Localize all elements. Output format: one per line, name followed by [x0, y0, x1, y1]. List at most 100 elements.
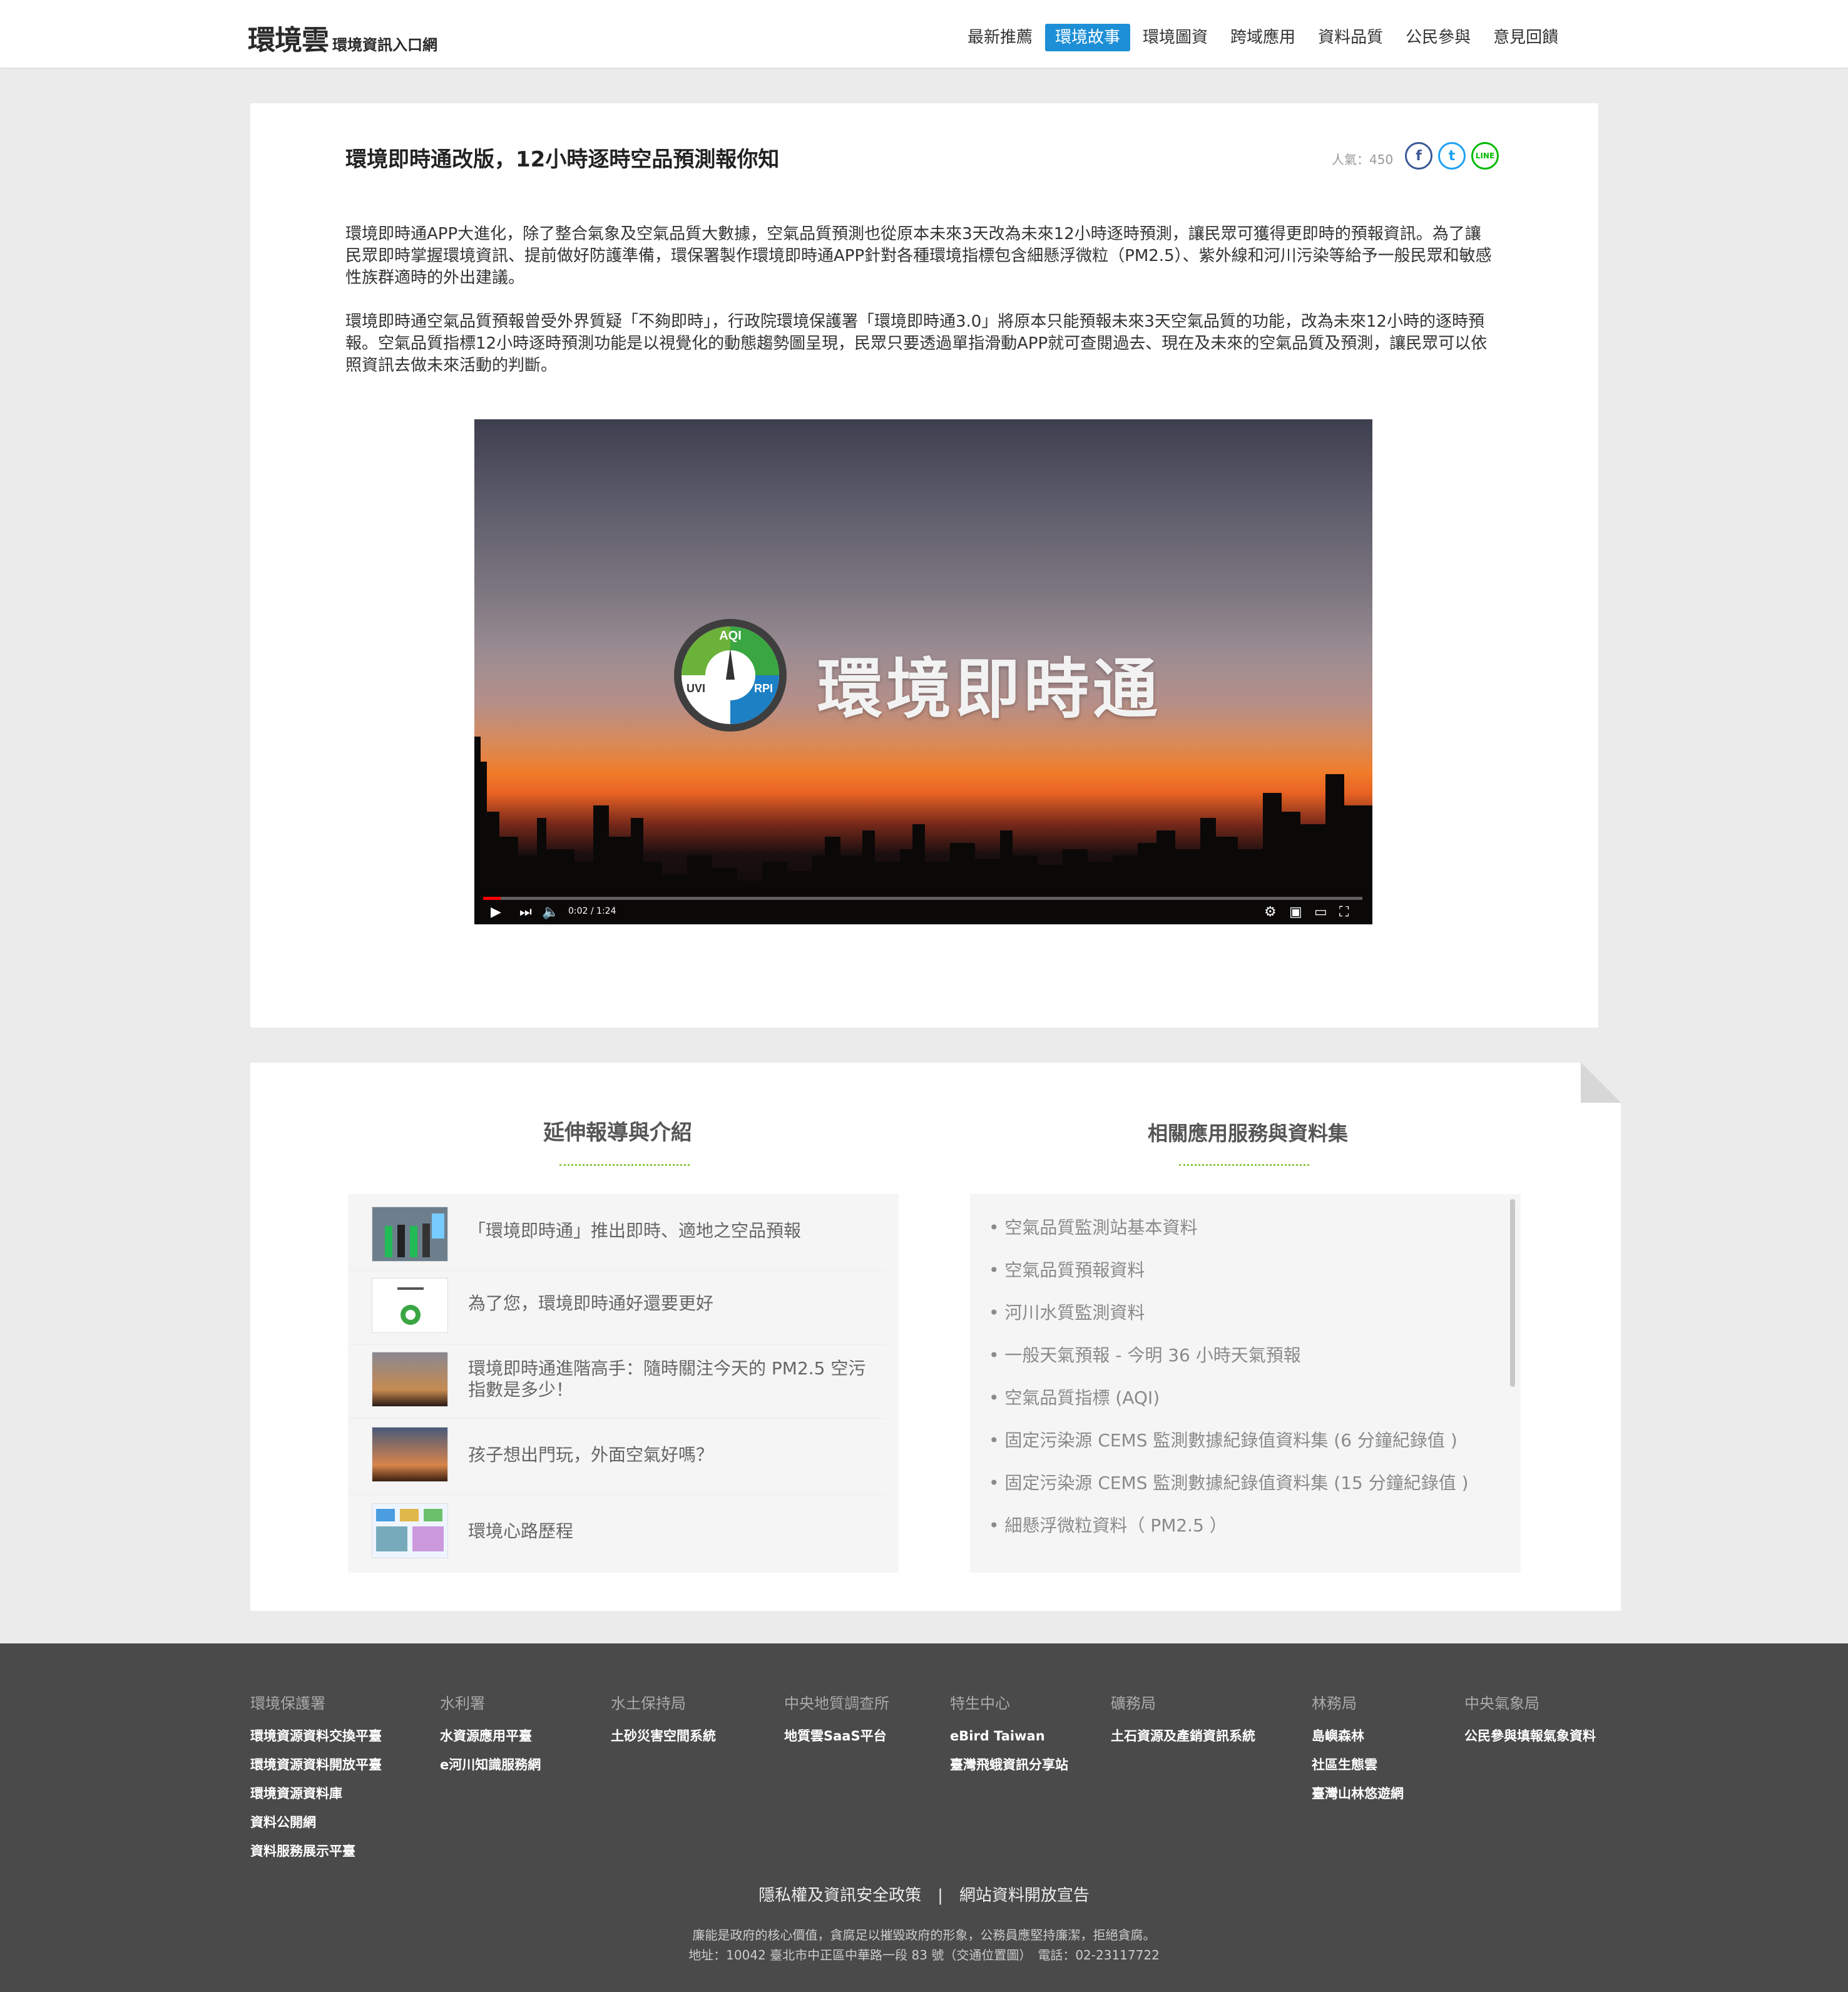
- footer-link[interactable]: 土石資源及產銷資訊系統: [1111, 1722, 1255, 1750]
- footer-column-head: 中央地質調查所: [784, 1695, 889, 1712]
- footer-column-forestry: 林務局 島嶼森林 社區生態雲 臺灣山林悠遊網: [1312, 1691, 1404, 1808]
- news-title: 「環境即時通」推出即時、適地之空品預報: [468, 1220, 802, 1241]
- footer-column-head: 特生中心: [950, 1695, 1010, 1712]
- dataset-link[interactable]: • 一般天氣預報 - 今明 36 小時天氣預報: [989, 1342, 1301, 1367]
- twitter-share-icon[interactable]: t: [1438, 142, 1466, 170]
- facebook-share-icon[interactable]: f: [1405, 142, 1432, 170]
- footer-link[interactable]: 地質雲SaaS平台: [784, 1722, 889, 1750]
- news-thumbnail: [372, 1278, 448, 1333]
- svg-text:AQI: AQI: [719, 629, 742, 643]
- article-card: 環境即時通改版，12小時逐時空品預測報你知 人氣：450 f t LINE 環境…: [250, 103, 1598, 1028]
- dataset-link[interactable]: • 固定污染源 CEMS 監測數據紀錄值資料集 (6 分鐘紀錄值 ): [989, 1427, 1457, 1452]
- aqi-gauge-icon: AQI UVI RPI: [674, 619, 787, 732]
- footer-column-head: 中央氣象局: [1464, 1695, 1539, 1712]
- logo-sub-text: 環境資訊入口網: [332, 36, 437, 54]
- dataset-link[interactable]: • 空氣品質監測站基本資料: [989, 1214, 1197, 1239]
- footer-link[interactable]: 資料公開網: [250, 1808, 382, 1837]
- main-nav: 最新推薦 環境故事 環境圖資 跨域應用 資料品質 公民參與 意見回饋: [957, 24, 1571, 51]
- title-underline: [559, 1164, 690, 1166]
- video-player[interactable]: AQI UVI RPI 環境即時通 ▶ ⏭ 🔈 0:02 / 1:24 ⚙ ▣ …: [474, 419, 1372, 924]
- footer-link[interactable]: 臺灣山林悠遊網: [1312, 1779, 1404, 1808]
- footer-link[interactable]: 環境資源資料開放平臺: [250, 1750, 382, 1779]
- news-title: 環境即時通進階高手：隨時關注今天的 PM2.5 空污指數是多少！: [468, 1358, 866, 1400]
- footer-column-head: 林務局: [1312, 1695, 1357, 1712]
- list-item[interactable]: 「環境即時通」推出即時、適地之空品預報: [348, 1194, 886, 1271]
- footer-column-head: 環境保護署: [250, 1695, 325, 1712]
- dataset-link[interactable]: • 固定污染源 CEMS 監測數據紀錄值資料集 (15 分鐘紀錄值 ): [989, 1469, 1469, 1494]
- news-thumbnail: [372, 1427, 448, 1482]
- nav-latest[interactable]: 最新推薦: [957, 24, 1043, 51]
- article-title: 環境即時通改版，12小時逐時空品預測報你知: [345, 147, 780, 172]
- site-header: 環境雲 環境資訊入口網 最新推薦 環境故事 環境圖資 跨域應用 資料品質 公民參…: [0, 0, 1848, 68]
- site-logo[interactable]: 環境雲 環境資訊入口網: [248, 18, 437, 58]
- list-item[interactable]: 孩子想出門玩，外面空氣好嗎？: [348, 1418, 886, 1495]
- title-underline: [1179, 1164, 1309, 1166]
- dataset-link[interactable]: • 空氣品質預報資料: [989, 1257, 1145, 1282]
- fullscreen-icon[interactable]: ⛶: [1339, 904, 1349, 921]
- footer-link[interactable]: 水資源應用平臺: [440, 1722, 541, 1750]
- footer-column-water: 水利署 水資源應用平臺 e河川知識服務網: [440, 1691, 541, 1779]
- nav-civic[interactable]: 公民參與: [1396, 24, 1481, 51]
- footer-column-epa: 環境保護署 環境資源資料交換平臺 環境資源資料開放平臺 環境資源資料庫 資料公開…: [250, 1691, 382, 1866]
- footer-column-weather: 中央氣象局 公民參與填報氣象資料: [1464, 1691, 1596, 1750]
- news-title: 為了您，環境即時通好還要更好: [468, 1293, 714, 1314]
- footer-column-geology: 中央地質調查所 地質雲SaaS平台: [784, 1691, 889, 1750]
- news-thumbnail: [372, 1207, 448, 1262]
- footer-link[interactable]: 土砂災害空間系統: [611, 1722, 716, 1750]
- article-paragraph-2: 環境即時通空氣品質預報曾受外界質疑「不夠即時」，行政院環境保護署「環境即時通3.…: [345, 312, 1488, 375]
- news-title: 孩子想出門玩，外面空氣好嗎？: [468, 1444, 714, 1465]
- video-progress-fill: [483, 897, 501, 900]
- list-item[interactable]: 為了您，環境即時通好還要更好: [348, 1270, 886, 1345]
- play-icon[interactable]: ▶: [491, 904, 501, 921]
- dataset-link[interactable]: • 空氣品質指標 (AQI): [989, 1384, 1160, 1409]
- news-thumbnail: [372, 1352, 448, 1407]
- dataset-link[interactable]: • 河川水質監測資料: [989, 1299, 1145, 1324]
- footer-link[interactable]: 社區生態雲: [1312, 1750, 1404, 1779]
- related-section: 延伸報導與介紹 相關應用服務與資料集 「環境即時通」推出即時、適地之空品預報 為…: [250, 1063, 1621, 1611]
- footer-column-mining: 礦務局 土石資源及產銷資訊系統: [1111, 1691, 1255, 1750]
- svg-text:RPI: RPI: [754, 682, 773, 695]
- video-overlay-title: 環境即時通: [817, 651, 1162, 727]
- volume-icon[interactable]: 🔈: [542, 904, 559, 921]
- footer-link[interactable]: e河川知識服務網: [440, 1750, 541, 1779]
- footer-link[interactable]: eBird Taiwan: [950, 1722, 1068, 1750]
- video-time: 0:02 / 1:24: [568, 906, 616, 916]
- footer-link[interactable]: 島嶼森林: [1312, 1722, 1404, 1750]
- miniplayer-icon[interactable]: ▣: [1289, 904, 1302, 921]
- policy-links[interactable]: 隱私權及資訊安全政策 | 網站資料開放宣告: [0, 1882, 1848, 1906]
- contact-address: 地址：10042 臺北市中正區中華路一段 83 號（交通位置圖） 電話：02-2…: [688, 1948, 1160, 1963]
- footer-link[interactable]: 臺灣飛蛾資訊分享站: [950, 1750, 1068, 1779]
- theater-icon[interactable]: ▭: [1314, 904, 1327, 921]
- dataset-scrollbar-thumb[interactable]: [1510, 1199, 1515, 1387]
- footer-column-soil: 水土保持局 土砂災害空間系統: [611, 1691, 716, 1750]
- footer-link[interactable]: 環境資源資料交換平臺: [250, 1722, 382, 1750]
- footer-link[interactable]: 資料服務展示平臺: [250, 1837, 382, 1866]
- next-icon[interactable]: ⏭: [519, 904, 532, 921]
- city-skyline-image: [474, 737, 1372, 924]
- list-item[interactable]: 環境即時通進階高手：隨時關注今天的 PM2.5 空污指數是多少！: [348, 1344, 886, 1419]
- article-paragraph-1: 環境即時通APP大進化，除了整合氣象及空氣品質大數據，空氣品質預測也從原本未來3…: [345, 225, 1492, 287]
- footer-link[interactable]: 公民參與填報氣象資料: [1464, 1722, 1596, 1750]
- news-list: 「環境即時通」推出即時、適地之空品預報 為了您，環境即時通好還要更好 環境即時通…: [348, 1194, 899, 1573]
- popularity-count: 人氣：450: [1332, 152, 1394, 167]
- footer-column-biodiversity: 特生中心 eBird Taiwan 臺灣飛蛾資訊分享站: [950, 1691, 1068, 1779]
- footer-link[interactable]: 環境資源資料庫: [250, 1779, 382, 1808]
- nav-data-quality[interactable]: 資料品質: [1308, 24, 1393, 51]
- nav-cross-domain[interactable]: 跨域應用: [1220, 24, 1305, 51]
- news-thumbnail: [372, 1503, 448, 1558]
- site-footer: 環境保護署 環境資源資料交換平臺 環境資源資料開放平臺 環境資源資料庫 資料公開…: [0, 1643, 1848, 1992]
- extended-reports-title: 延伸報導與介紹: [543, 1120, 692, 1145]
- line-share-icon[interactable]: LINE: [1471, 142, 1499, 170]
- footer-column-head: 水土保持局: [611, 1695, 686, 1712]
- nav-feedback[interactable]: 意見回饋: [1483, 24, 1568, 51]
- nav-maps[interactable]: 環境圖資: [1133, 24, 1218, 51]
- page-fold-corner: [1581, 1063, 1621, 1103]
- integrity-note: 廉能是政府的核心價值，貪腐足以摧毀政府的形象，公務員應堅持廉潔，拒絕貪腐。: [692, 1928, 1156, 1943]
- list-item[interactable]: 環境心路歷程: [348, 1494, 886, 1573]
- nav-stories[interactable]: 環境故事: [1045, 24, 1131, 51]
- video-progress-bar[interactable]: [483, 897, 1362, 900]
- logo-main-text: 環境雲: [248, 24, 329, 56]
- dataset-link[interactable]: • 細懸浮微粒資料（ PM2.5 ）: [989, 1512, 1227, 1537]
- news-title: 環境心路歷程: [468, 1521, 574, 1541]
- settings-icon[interactable]: ⚙: [1264, 904, 1277, 921]
